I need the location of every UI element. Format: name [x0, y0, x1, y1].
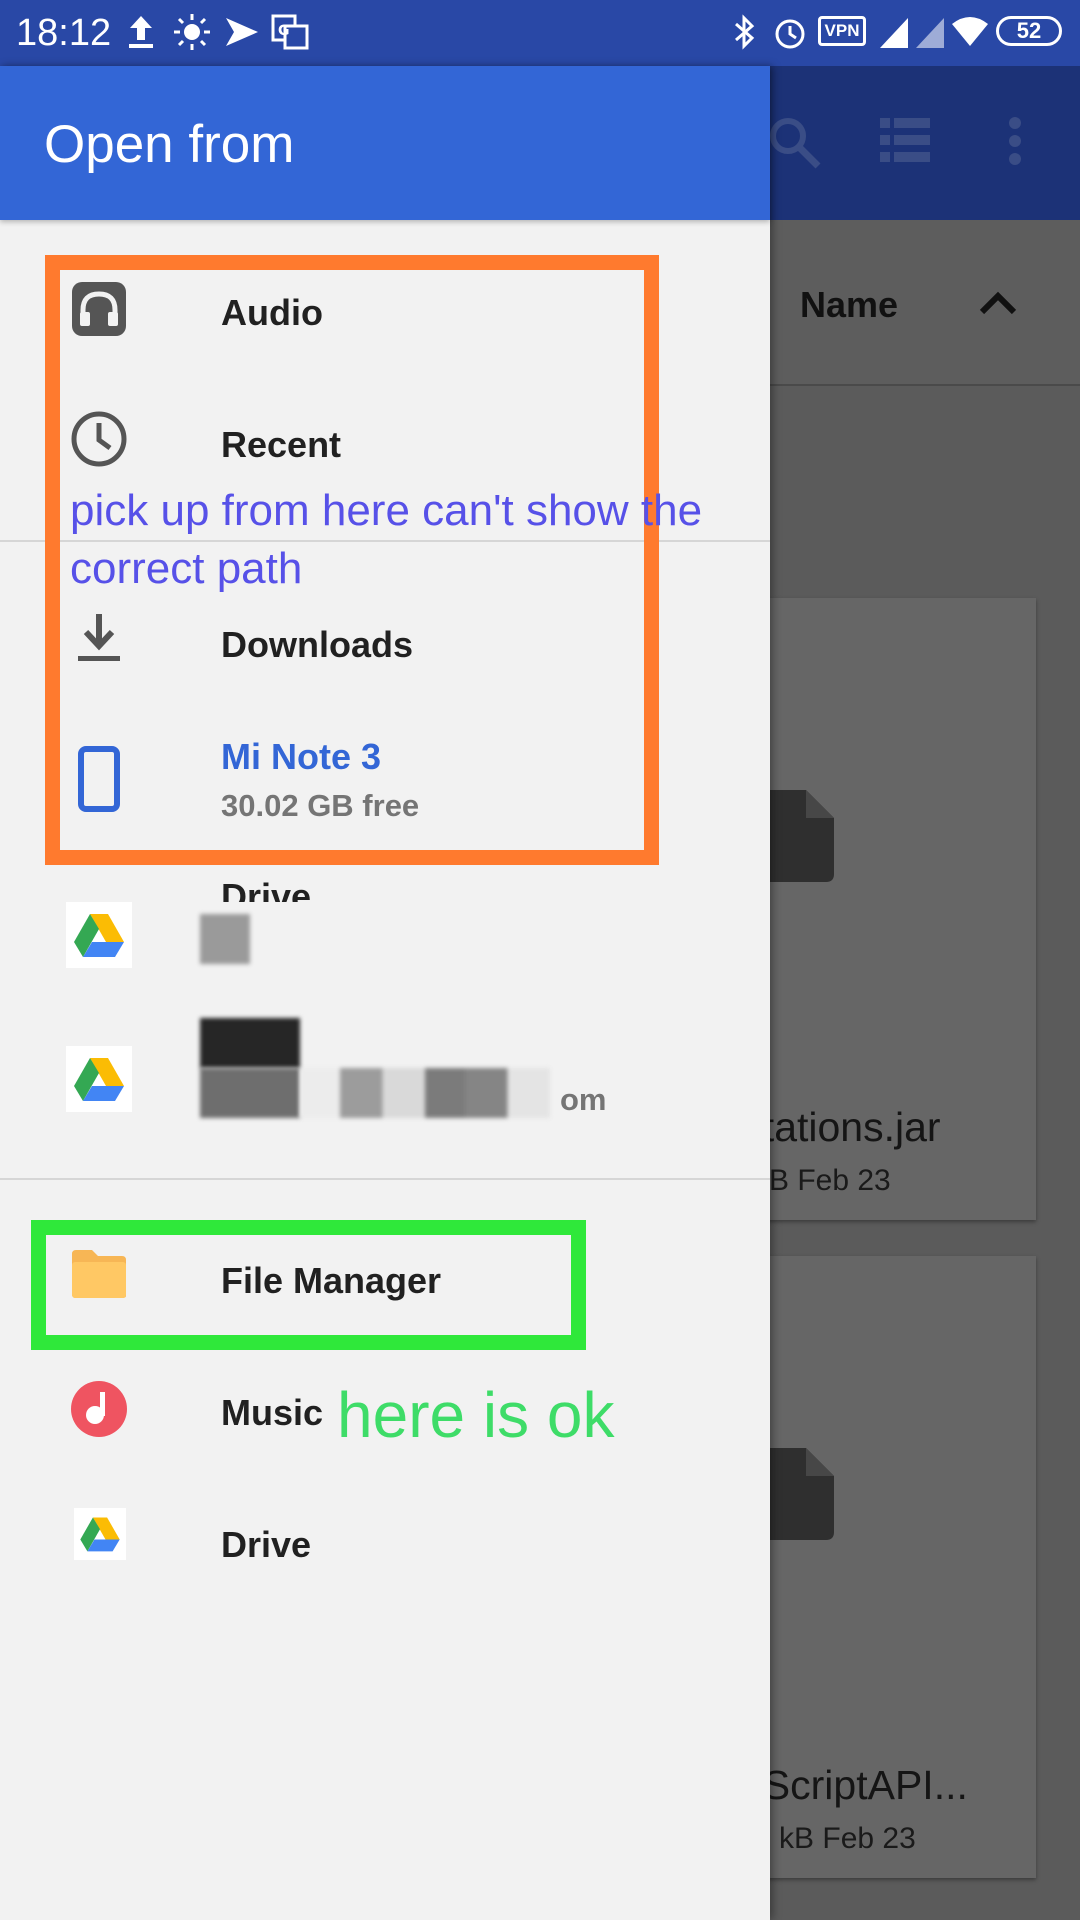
root-item-summary: om: [560, 1082, 607, 1117]
brightness-icon: [174, 14, 210, 50]
status-bar: 18:12 G VPN 52: [0, 0, 1080, 66]
upload-icon: [129, 16, 153, 48]
file-icon: [760, 1448, 834, 1540]
file-meta: 3 kB Feb 23: [754, 1822, 916, 1855]
vpn-badge: VPN: [818, 16, 866, 46]
root-item-label: Drive: [221, 1524, 312, 1565]
redacted-account: [200, 914, 250, 964]
send-icon: [226, 18, 258, 46]
chevron-up-icon[interactable]: [978, 288, 1018, 318]
alarm-icon: [775, 19, 805, 49]
drive-logo: [66, 1046, 132, 1112]
google-drive-icon: [74, 1058, 124, 1101]
battery-indicator: 52: [996, 16, 1062, 46]
drive-logo: [74, 1508, 126, 1560]
list-view-icon[interactable]: [880, 118, 930, 162]
background-app-bar: [770, 66, 1080, 220]
divider: [0, 1178, 770, 1180]
file-icon: [760, 790, 834, 882]
signal-icon-2: [916, 18, 944, 48]
file-card[interactable]: otations.jar kB Feb 23: [740, 598, 1036, 1220]
google-drive-icon: [74, 914, 124, 957]
signal-icon: [880, 18, 908, 48]
music-icon: [71, 1381, 127, 1437]
wifi-icon: [952, 17, 988, 46]
sort-bar: Name: [770, 220, 1080, 386]
sort-label[interactable]: Name: [800, 284, 898, 326]
status-time: 18:12: [16, 12, 112, 54]
file-name: aScriptAPI...: [740, 1762, 968, 1808]
search-icon[interactable]: [766, 114, 826, 174]
google-drive-icon: [80, 1517, 120, 1552]
annotation-green-box: [31, 1220, 586, 1350]
bluetooth-icon: [735, 14, 755, 50]
more-options-icon[interactable]: [1008, 116, 1022, 166]
annotation-note-green: here is ok: [337, 1379, 615, 1451]
drawer-header: Open from: [0, 66, 770, 220]
drive-logo: [66, 902, 132, 968]
svg-text:G: G: [278, 23, 290, 39]
file-meta: kB Feb 23: [754, 1164, 891, 1197]
redacted-account: [200, 1068, 300, 1118]
annotation-note-blue: pick up from here can't show the correct…: [70, 486, 703, 593]
root-item-drive-account[interactable]: om: [0, 1016, 770, 1176]
root-item-label: Music: [221, 1392, 324, 1433]
root-item-label: Drive: [221, 876, 312, 902]
redacted-account: [300, 1068, 550, 1118]
file-card[interactable]: aScriptAPI... 3 kB Feb 23: [740, 1256, 1036, 1878]
drawer-title: Open from: [44, 115, 295, 174]
redacted-account: [200, 1018, 300, 1068]
translate-icon: G: [271, 14, 309, 50]
file-name: otations.jar: [740, 1104, 941, 1150]
root-item-drive-account[interactable]: Drive: [0, 874, 770, 1014]
root-item-drive[interactable]: Drive: [0, 1484, 770, 1604]
